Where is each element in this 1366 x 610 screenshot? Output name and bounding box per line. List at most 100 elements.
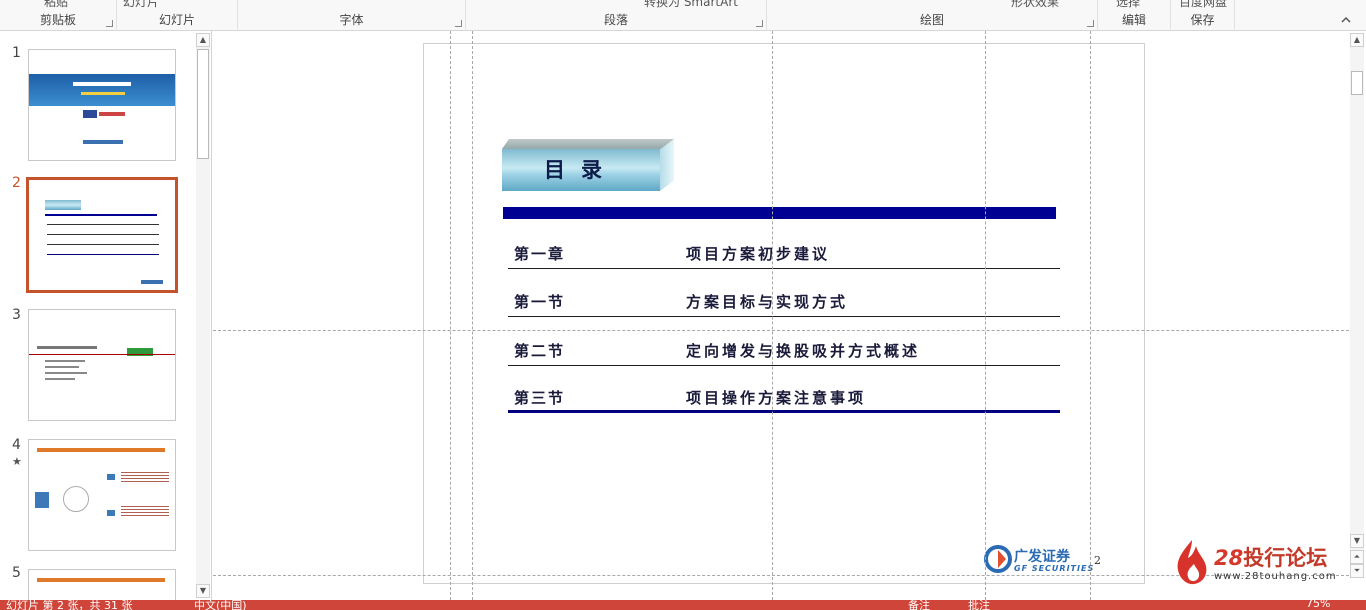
watermark-url: www.28touhang.com [1214, 571, 1337, 582]
thumbnail-number-1: 1 [12, 45, 21, 61]
drawing-guide[interactable] [450, 31, 451, 600]
drawing-guide[interactable] [472, 31, 473, 600]
drawing-guide[interactable] [1090, 31, 1091, 600]
thumbnail-number-2: 2 [12, 175, 21, 191]
logo-name-cn: 广发证券 [1014, 549, 1070, 565]
editor-scrollbar[interactable]: ▲ ▼ ⏶ ⏷ [1350, 33, 1364, 578]
slide-thumbnail-4[interactable] [28, 439, 176, 551]
zoom-level[interactable]: 75% [1306, 600, 1330, 610]
slide-title-box[interactable]: 目录 [502, 139, 674, 191]
next-slide-icon[interactable]: ⏷ [1350, 564, 1364, 578]
thumbnail-number-4: 4 [12, 437, 21, 453]
status-bar: 幻灯片 第 2 张，共 31 张 中文(中国) 备注 批注 75% [0, 600, 1366, 610]
toc-title: 定向增发与换股吸并方式概述 [686, 342, 921, 360]
toc-chapter: 第三节 [514, 389, 566, 407]
flame-icon [1177, 540, 1207, 585]
current-slide[interactable]: 目录 第一章 项目方案初步建议 第一节 方案目标与实现方式 第二节 定向增发与换… [423, 43, 1145, 584]
thumb3-bullet [45, 378, 75, 380]
notes-button[interactable]: 备注 [908, 600, 930, 610]
ribbon-group-paragraph: 转换为 SmartArt 段落 [466, 0, 767, 31]
editor-scroll-handle[interactable] [1351, 71, 1363, 95]
slide-title: 目录 [544, 157, 618, 182]
group-label-font: 字体 [339, 13, 364, 27]
slide-thumbnail-5[interactable] [28, 569, 176, 600]
thumb1-footer-logo [83, 140, 123, 144]
watermark-title: 28投行论坛 [1214, 542, 1327, 572]
thumb3-red-line [29, 354, 175, 355]
editor-scroll-down-icon[interactable]: ▼ [1350, 534, 1364, 548]
thumb4-header [37, 448, 165, 452]
slide-thumbnail-2[interactable] [26, 177, 178, 293]
previous-slide-icon[interactable]: ⏶ [1350, 550, 1364, 564]
thumbnail-number-5: 5 [12, 565, 21, 581]
slide-thumbnail-1[interactable] [28, 49, 176, 161]
thumb1-logo-icon [83, 110, 97, 118]
thumb-scroll-down-icon[interactable]: ▼ [196, 584, 210, 598]
smartart-button[interactable]: 转换为 SmartArt [644, 0, 738, 10]
drawing-guide[interactable] [772, 31, 773, 600]
thumb2-logo [141, 280, 163, 284]
toc-chapter: 第二节 [514, 342, 566, 360]
thumb2-title-box [45, 200, 81, 210]
thumb4-text-block [121, 472, 169, 482]
thumb2-line [47, 254, 159, 255]
ribbon-group-font: 字体 [238, 0, 466, 31]
slide-editing-area: 目录 第一章 项目方案初步建议 第一节 方案目标与实现方式 第二节 定向增发与换… [213, 31, 1349, 600]
logo-name-en: GF SECURITIES [1014, 564, 1095, 573]
group-label-paragraph: 段落 [603, 13, 628, 27]
group-label-editing: 编辑 [1121, 13, 1146, 27]
watermark-logo: 28投行论坛 www.28touhang.com [1172, 538, 1342, 588]
clipboard-launcher-icon[interactable] [106, 20, 113, 27]
thumb5-header [37, 578, 165, 582]
paste-button[interactable]: 粘贴 [44, 0, 68, 10]
select-button[interactable]: 选择 [1116, 0, 1140, 10]
toc-row[interactable]: 第一章 项目方案初步建议 [508, 243, 1060, 269]
font-launcher-icon[interactable] [455, 20, 462, 27]
toc-row[interactable]: 第一节 方案目标与实现方式 [508, 291, 1060, 317]
watermark-number: 28 [1214, 546, 1244, 570]
thumb2-line [47, 224, 159, 225]
thumb3-bullet [45, 366, 79, 368]
thumb4-text-block [121, 506, 169, 516]
group-label-save: 保存 [1190, 13, 1215, 27]
paragraph-launcher-icon[interactable] [756, 20, 763, 27]
drawing-guide[interactable] [985, 31, 986, 600]
thumb4-check-icon [107, 474, 115, 480]
title-underline-bar [503, 207, 1056, 219]
slide-thumbnail-3[interactable] [28, 309, 176, 421]
thumb1-title-line [73, 82, 131, 86]
drawing-launcher-icon[interactable] [1087, 20, 1094, 27]
group-label-clipboard: 剪贴板 [39, 13, 76, 27]
slide-counter[interactable]: 幻灯片 第 2 张，共 31 张 [6, 600, 132, 610]
gf-securities-logo: 广发证券 GF SECURITIES [984, 544, 1093, 578]
ribbon: 粘贴 剪贴板 幻灯片 幻灯片 字体 转换为 SmartArt 段落 形状效果 绘… [0, 0, 1366, 31]
toc-title: 方案目标与实现方式 [686, 293, 849, 311]
ribbon-group-clipboard: 粘贴 剪贴板 [0, 0, 117, 31]
shape-effects-button[interactable]: 形状效果 [1011, 0, 1059, 10]
ribbon-group-save: 百度网盘 保存 [1171, 0, 1235, 31]
new-slide-button[interactable]: 幻灯片 [123, 0, 159, 10]
language-indicator[interactable]: 中文(中国) [194, 600, 247, 610]
group-label-drawing: 绘图 [919, 13, 944, 27]
thumb2-line [47, 234, 159, 235]
thumb2-line [47, 244, 159, 245]
toc-row[interactable]: 第二节 定向增发与换股吸并方式概述 [508, 340, 1060, 366]
thumb-scroll-handle[interactable] [197, 49, 209, 159]
editor-scroll-up-icon[interactable]: ▲ [1350, 33, 1364, 47]
baidu-netdisk-button[interactable]: 百度网盘 [1179, 0, 1227, 10]
comments-button[interactable]: 批注 [968, 600, 990, 610]
watermark-name: 投行论坛 [1243, 546, 1328, 570]
drawing-guide[interactable] [213, 330, 1349, 331]
ribbon-group-editing: 选择 编辑 [1098, 0, 1171, 31]
collapse-ribbon-icon[interactable] [1340, 14, 1352, 26]
thumb2-bar [45, 214, 157, 216]
thumb3-bullet [45, 372, 87, 374]
toc-chapter: 第一章 [514, 245, 566, 263]
slide-thumbnail-pane: 1 2 3 4 ★ 5 ▲ ▼ [0, 31, 212, 600]
thumbnail-scrollbar[interactable]: ▲ ▼ [196, 33, 210, 598]
toc-row[interactable]: 第三节 项目操作方案注意事项 [508, 387, 1060, 413]
thumb-scroll-up-icon[interactable]: ▲ [196, 33, 210, 47]
slide-page-number: 2 [1094, 554, 1101, 567]
thumbnail-number-3: 3 [12, 307, 21, 323]
thumb3-heading [37, 346, 97, 349]
